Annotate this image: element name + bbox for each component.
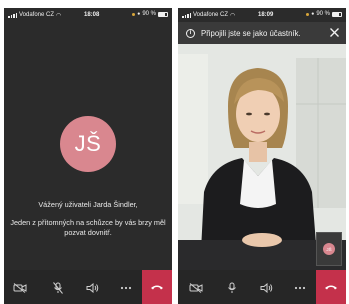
call-toolbar <box>4 270 172 304</box>
hangup-button[interactable] <box>142 270 172 304</box>
location-icon <box>306 12 310 16</box>
carrier-label: Vodafone CZ <box>193 12 229 18</box>
status-time: 18:08 <box>84 12 100 18</box>
mic-off-icon <box>53 282 63 294</box>
self-view-tile[interactable]: JŠ <box>316 232 342 266</box>
more-icon <box>120 286 132 290</box>
status-bar: Vodafone CZ ◠ 18:08 ● 90 % <box>4 8 172 22</box>
signal-icon <box>8 12 17 18</box>
avatar: JŠ <box>60 116 116 172</box>
battery-percent: 90 % <box>316 11 330 17</box>
mic-toggle-button[interactable] <box>222 280 242 296</box>
info-icon: i <box>186 28 195 38</box>
carrier-label: Vodafone CZ <box>19 12 55 18</box>
mic-icon <box>228 282 236 293</box>
join-notification-banner: i Připojili jste se jako účastník. <box>178 22 346 44</box>
video-toggle-button[interactable] <box>10 280 30 296</box>
hangup-icon <box>325 285 337 290</box>
alarm-icon: ● <box>311 11 315 17</box>
lobby-screen: Vodafone CZ ◠ 18:08 ● 90 % JŠ Vážený uži… <box>4 8 172 304</box>
video-toggle-button[interactable] <box>186 280 206 296</box>
lobby-greeting: Vážený uživateli Jarda Šindler, <box>38 200 138 209</box>
speaker-button[interactable] <box>83 280 103 296</box>
video-off-icon <box>189 283 203 293</box>
more-button[interactable] <box>290 280 310 296</box>
signal-icon <box>182 12 191 18</box>
meeting-screen: Vodafone CZ ◠ 18:09 ● 90 % i Připojili j… <box>178 8 346 304</box>
wifi-icon: ◠ <box>56 12 62 19</box>
hangup-button[interactable] <box>316 270 346 304</box>
battery-icon <box>332 11 342 17</box>
speaker-icon <box>86 283 99 293</box>
banner-text: Připojili jste se jako účastník. <box>201 28 301 38</box>
battery-percent: 90 % <box>142 11 156 17</box>
more-button[interactable] <box>116 280 136 296</box>
close-icon[interactable] <box>329 27 340 38</box>
video-off-icon <box>13 283 27 293</box>
status-time: 18:09 <box>258 12 274 18</box>
hangup-icon <box>151 285 163 290</box>
call-toolbar <box>178 270 346 304</box>
location-icon <box>132 12 136 16</box>
speaker-button[interactable] <box>257 280 277 296</box>
wifi-icon: ◠ <box>230 12 236 19</box>
self-avatar: JŠ <box>323 243 335 255</box>
speaker-icon <box>260 283 273 293</box>
battery-icon <box>158 11 168 17</box>
status-bar: Vodafone CZ ◠ 18:09 ● 90 % <box>178 8 346 22</box>
more-icon <box>294 286 306 290</box>
alarm-icon: ● <box>137 11 141 17</box>
lobby-message: Jeden z přítomných na schůzce by vás brz… <box>10 218 166 237</box>
mic-toggle-button[interactable] <box>48 280 68 296</box>
